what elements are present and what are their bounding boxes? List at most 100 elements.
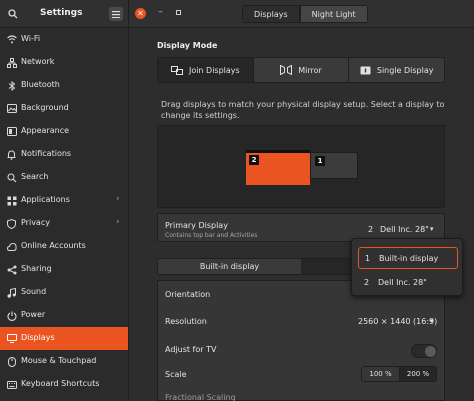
option-number: 2 <box>364 277 370 287</box>
sidebar-item-keyboard-shortcuts[interactable]: Keyboard Shortcuts <box>0 373 128 396</box>
sidebar-item-background[interactable]: Background <box>0 97 128 120</box>
mirror-icon <box>280 65 293 75</box>
keyboard-icon <box>6 379 17 390</box>
chevron-right-icon: › <box>116 194 120 204</box>
header-tabs: Displays Night Light <box>242 5 368 23</box>
sidebar-item-label: Search <box>21 172 49 181</box>
sidebar-item-label: Sharing <box>21 264 52 273</box>
display-mode-title: Display Mode <box>157 41 218 50</box>
resolution-label[interactable]: Resolution <box>165 317 207 326</box>
mirror-button[interactable]: Mirror <box>253 58 350 82</box>
option-label: Built-in display <box>379 253 439 263</box>
resolution-value[interactable]: 2560 × 1440 (16:9) <box>358 317 437 326</box>
primary-display-sublabel: Contains top bar and Activities <box>165 232 258 239</box>
wifi-icon <box>6 34 17 45</box>
online-accounts-icon <box>6 241 17 252</box>
sidebar-item-mouse-touchpad[interactable]: Mouse & Touchpad <box>0 350 128 373</box>
power-icon <box>6 310 17 321</box>
sidebar-item-label: Keyboard Shortcuts <box>21 379 100 388</box>
search-button[interactable] <box>6 6 20 21</box>
join-displays-label: Join Displays <box>188 65 240 75</box>
sidebar-item-label: Displays <box>21 333 55 342</box>
sidebar-item-label: Appearance <box>21 126 70 135</box>
dropdown-arrow-icon: ▾ <box>430 225 434 233</box>
appearance-icon <box>6 126 17 137</box>
sidebar-item-label: Mouse & Touchpad <box>21 356 97 365</box>
tab-night-light[interactable]: Night Light <box>299 5 368 23</box>
mouse-icon <box>6 356 17 367</box>
sidebar-item-label: Wi-Fi <box>21 34 41 43</box>
privacy-icon <box>6 218 17 229</box>
scale-label: Scale <box>165 370 187 379</box>
mirror-label: Mirror <box>298 65 322 75</box>
display-number-badge: 2 <box>249 155 259 165</box>
fractional-scaling-label: Fractional Scaling <box>165 393 236 401</box>
single-display-label: Single Display <box>376 65 434 75</box>
sidebar-item-label: Online Accounts <box>21 241 86 250</box>
sharing-icon <box>6 264 17 275</box>
main-header: ✕ – Displays Night Light <box>129 0 474 28</box>
main-content: Display Mode Join Displays Mirror Single… <box>129 28 474 401</box>
sidebar-item-label: Background <box>21 103 69 112</box>
tab-built-in-display[interactable]: Built-in display <box>158 259 301 274</box>
sidebar-item-label: Bluetooth <box>21 80 60 89</box>
primary-display-label: Primary Display <box>165 221 228 230</box>
close-icon: ✕ <box>137 9 144 18</box>
sidebar-item-label: Privacy <box>21 218 50 227</box>
sidebar-item-appearance[interactable]: Appearance <box>0 120 128 143</box>
menu-button[interactable] <box>109 7 123 21</box>
maximize-icon <box>176 10 181 15</box>
sidebar: Wi-Fi Network Bluetooth Background Appea… <box>0 28 129 401</box>
scale-selector: 100 % 200 % <box>361 366 437 382</box>
minimize-button[interactable]: – <box>155 7 166 18</box>
sidebar-item-privacy[interactable]: Privacy › <box>0 212 128 235</box>
sidebar-item-displays[interactable]: Displays <box>0 327 128 350</box>
scale-200-button[interactable]: 200 % <box>399 367 436 381</box>
join-displays-button[interactable]: Join Displays <box>158 58 254 82</box>
sidebar-item-network[interactable]: Network <box>0 51 128 74</box>
search-icon <box>6 172 17 183</box>
tab-displays[interactable]: Displays <box>242 5 300 23</box>
sidebar-item-online-accounts[interactable]: Online Accounts <box>0 235 128 258</box>
background-icon <box>6 103 17 114</box>
sidebar-item-search[interactable]: Search <box>0 166 128 189</box>
adjust-tv-toggle[interactable] <box>411 344 437 358</box>
display-mode-selector: Join Displays Mirror Single Display <box>157 57 445 83</box>
display-1-preview[interactable]: 1 <box>310 152 358 179</box>
display-icon <box>6 333 17 344</box>
primary-display-value: Dell Inc. 28" <box>380 225 429 234</box>
sound-icon <box>6 287 17 298</box>
display-number-badge: 1 <box>315 156 325 166</box>
display-settings-card: Orientation Resolution 2560 × 1440 (16:9… <box>157 280 445 401</box>
orientation-label[interactable]: Orientation <box>165 290 210 299</box>
maximize-button[interactable] <box>173 7 184 18</box>
applications-icon <box>6 195 17 206</box>
single-display-button[interactable]: Single Display <box>349 58 444 82</box>
sidebar-item-notifications[interactable]: Notifications <box>0 143 128 166</box>
sidebar-item-wifi[interactable]: Wi-Fi <box>0 28 128 51</box>
sidebar-item-label: Network <box>21 57 55 66</box>
hamburger-icon <box>112 10 120 18</box>
sidebar-item-sharing[interactable]: Sharing <box>0 258 128 281</box>
sidebar-item-bluetooth[interactable]: Bluetooth <box>0 74 128 97</box>
chevron-right-icon: › <box>116 217 120 227</box>
dropdown-option-built-in[interactable]: 1 Built-in display <box>358 247 458 269</box>
dropdown-option-dell[interactable]: 2 Dell Inc. 28" <box>358 271 458 293</box>
display-2-preview[interactable]: 2 <box>246 150 310 185</box>
sidebar-item-label: Applications <box>21 195 70 204</box>
primary-display-value-number: 2 <box>368 225 374 234</box>
display-arrangement-area: 2 1 <box>157 125 445 208</box>
close-button[interactable]: ✕ <box>135 8 146 19</box>
bluetooth-icon <box>6 80 17 91</box>
sidebar-item-applications[interactable]: Applications › <box>0 189 128 212</box>
option-number: 1 <box>365 253 371 263</box>
scale-100-button[interactable]: 100 % <box>362 367 399 381</box>
sidebar-item-power[interactable]: Power <box>0 304 128 327</box>
single-display-icon <box>360 66 371 74</box>
sidebar-item-label: Notifications <box>21 149 72 158</box>
sidebar-item-sound[interactable]: Sound <box>0 281 128 304</box>
toggle-knob <box>425 346 436 357</box>
adjust-tv-label: Adjust for TV <box>165 345 217 354</box>
primary-display-dropdown: 1 Built-in display 2 Dell Inc. 28" <box>351 238 463 296</box>
option-label: Dell Inc. 28" <box>378 277 427 287</box>
